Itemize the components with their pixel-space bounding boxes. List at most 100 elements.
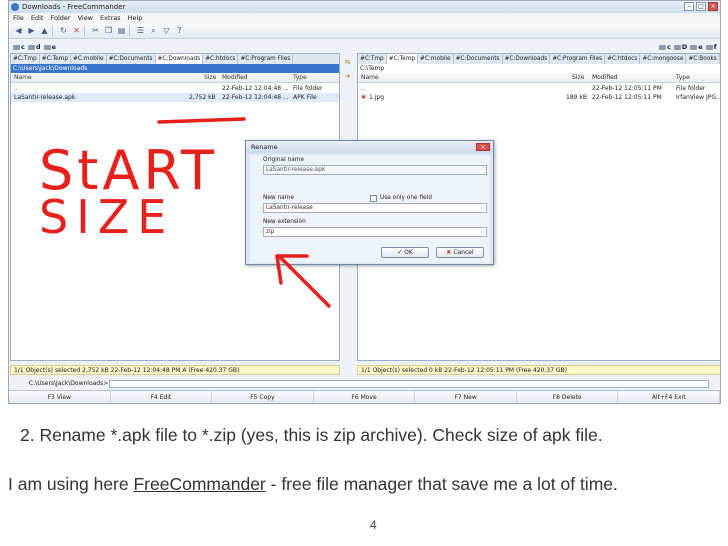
new-extension-field[interactable]: zip (263, 227, 487, 237)
tab-mobile[interactable]: #C:mobile (71, 54, 107, 64)
list-item[interactable]: .. 22-Feb-12 12:04:48 ... File folder (11, 84, 339, 93)
right-status-bar: 1/1 Object(s) selected 0 kB 22-Feb-12 12… (357, 365, 720, 375)
cancel-label: Cancel (453, 249, 474, 256)
list-item[interactable]: .. 22-Feb-12 12:05:11 PM File folder (358, 84, 720, 93)
tab-downloads[interactable]: #C:Downloads (155, 54, 204, 64)
toolbar-separator (52, 25, 56, 36)
tab-temp[interactable]: #C:Temp (386, 54, 419, 64)
original-name-label: Original name (263, 157, 304, 163)
menu-folder[interactable]: Folder (50, 13, 70, 23)
menu-view[interactable]: View (78, 13, 93, 23)
file-type: File folder (293, 85, 323, 92)
tab-mongoose[interactable]: #C:mongoose (640, 54, 687, 64)
forward-icon[interactable]: ▶ (26, 25, 37, 36)
tab-htdocs[interactable]: #C:htdocs (203, 54, 239, 64)
tab-program-files[interactable]: #C:Program Files (238, 54, 294, 64)
new-extension-label: New extension (263, 219, 306, 225)
drive-e[interactable]: e (690, 43, 703, 51)
tab-documents[interactable]: #C:Documents (454, 54, 503, 64)
file-modified: 22-Feb-12 12:04:48 ... (222, 85, 289, 92)
properties-icon[interactable]: ☰ (135, 25, 146, 36)
f4-edit-button[interactable]: F4 Edit (111, 391, 213, 403)
window-controls: – □ × (684, 2, 718, 11)
drive-f[interactable]: f (705, 43, 717, 51)
search-icon[interactable]: ⌕ (148, 25, 159, 36)
use-one-field-checkbox[interactable] (370, 195, 377, 202)
file-size: 189 kB (566, 94, 587, 101)
left-column-header: Name Size Modified Type (11, 73, 339, 83)
menu-extras[interactable]: Extras (100, 13, 121, 23)
tab-program-files[interactable]: #C:Program Files (550, 54, 606, 64)
swap-icon[interactable]: ⇆ (343, 58, 352, 67)
col-type[interactable]: Type (676, 73, 690, 83)
drive-d[interactable]: D (673, 43, 687, 51)
f3-view-button[interactable]: F3 View (9, 391, 111, 403)
copy-icon[interactable]: ❐ (103, 25, 114, 36)
delete-icon[interactable]: ✕ (71, 25, 82, 36)
f8-delete-button[interactable]: F8 Delete (517, 391, 619, 403)
filter-icon[interactable]: ▽ (161, 25, 172, 36)
new-name-label: New name (263, 195, 294, 201)
col-type[interactable]: Type (293, 73, 307, 83)
back-icon[interactable]: ◀ (13, 25, 24, 36)
close-icon[interactable]: × (708, 2, 718, 11)
up-icon[interactable]: ▲ (39, 25, 50, 36)
copy-arrow-icon[interactable]: ➜ (343, 72, 352, 81)
tab-temp[interactable]: #C:Temp (40, 54, 72, 64)
file-modified: 22-Feb-12 12:05:11 PM (592, 94, 662, 101)
caption-line-2: I am using here FreeCommander - free fil… (8, 474, 618, 495)
right-tabs: #C:Tmp #C:Temp #C:mobile #C:Documents #C… (358, 54, 720, 64)
file-type: File folder (676, 85, 706, 92)
use-one-field-label: Use only one field (380, 195, 432, 201)
window-title: Downloads - FreeCommander (22, 3, 126, 11)
tab-documents[interactable]: #C:Documents (107, 54, 156, 64)
file-name: 1.jpg (369, 94, 385, 101)
col-name[interactable]: Name (361, 73, 379, 83)
drive-e[interactable]: e (43, 43, 56, 51)
command-line-input[interactable] (109, 380, 709, 388)
right-drive-bar: c D e f (659, 41, 717, 53)
paste-icon[interactable]: ▤ (116, 25, 127, 36)
tab-books[interactable]: #C:Books (686, 54, 720, 64)
new-name-field[interactable]: LaSantir-release (263, 203, 487, 213)
freecommander-link[interactable]: FreeCommander (133, 474, 265, 494)
cancel-button[interactable]: ✖ Cancel (436, 247, 484, 258)
menu-file[interactable]: File (13, 13, 24, 23)
drive-d[interactable]: d (27, 43, 41, 51)
caption-text: I am using here (8, 474, 134, 494)
tab-tmp[interactable]: #C:Tmp (358, 54, 387, 64)
help-icon[interactable]: ? (174, 25, 185, 36)
tab-tmp[interactable]: #C:Tmp (11, 54, 40, 64)
maximize-icon[interactable]: □ (696, 2, 706, 11)
menu-edit[interactable]: Edit (31, 13, 44, 23)
list-item[interactable]: LaSantir-release.apk 2,752 kB 22-Feb-12 … (11, 93, 339, 102)
close-icon[interactable]: × (476, 143, 490, 151)
command-line: C:\Users\Jack\Downloads> (9, 378, 720, 390)
list-item[interactable]: ✱ 1.jpg 189 kB 22-Feb-12 12:05:11 PM Irf… (358, 93, 720, 102)
col-modified[interactable]: Modified (592, 73, 618, 83)
dialog-title: Rename (246, 141, 493, 153)
tab-htdocs[interactable]: #C:htdocs (605, 54, 641, 64)
image-file-icon: ✱ (361, 94, 367, 101)
f5-copy-button[interactable]: F5 Copy (212, 391, 314, 403)
f7-new-button[interactable]: F7 New (415, 391, 517, 403)
refresh-icon[interactable]: ↻ (58, 25, 69, 36)
f6-move-button[interactable]: F6 Move (314, 391, 416, 403)
drive-c[interactable]: c (13, 43, 25, 51)
toolbar-separator (129, 25, 133, 36)
drive-c[interactable]: c (659, 43, 671, 51)
menu-help[interactable]: Help (128, 13, 143, 23)
tab-downloads[interactable]: #C:Downloads (503, 54, 551, 64)
ok-button[interactable]: ✔ OK (381, 247, 429, 258)
exit-button[interactable]: Alt+F4 Exit (618, 391, 720, 403)
title-bar: Downloads - FreeCommander – □ × (9, 1, 720, 13)
tab-mobile[interactable]: #C:mobile (418, 54, 454, 64)
col-size[interactable]: Size (572, 73, 584, 83)
file-name: LaSantir-release.apk (14, 94, 76, 101)
col-size[interactable]: Size (204, 73, 216, 83)
minimize-icon[interactable]: – (684, 2, 694, 11)
col-modified[interactable]: Modified (222, 73, 248, 83)
col-name[interactable]: Name (14, 73, 32, 83)
ok-label: OK (404, 249, 413, 256)
cut-icon[interactable]: ✂ (90, 25, 101, 36)
